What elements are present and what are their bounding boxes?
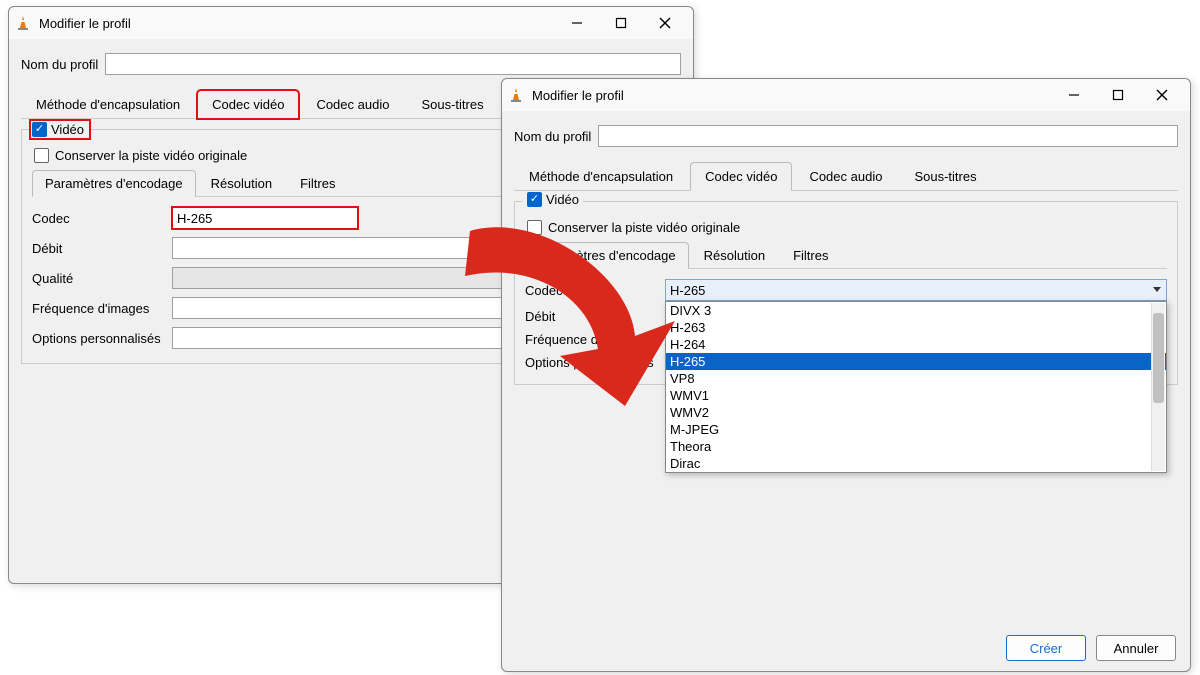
keep-original-checkbox[interactable] [34, 148, 49, 163]
quality-label: Qualité [32, 271, 172, 286]
video-groupbox: Vidéo Conserver la piste vidéo originale… [514, 201, 1178, 385]
codec-option[interactable]: WMV2 [666, 404, 1166, 421]
codec-dropdown-value: H-265 [670, 283, 705, 298]
create-button[interactable]: Créer [1006, 635, 1086, 661]
keep-original-label: Conserver la piste vidéo originale [548, 220, 740, 235]
subtab-resolution[interactable]: Résolution [691, 242, 778, 269]
codec-select[interactable] [172, 207, 358, 229]
minimize-button[interactable] [555, 8, 599, 38]
dropdown-scrollbar[interactable] [1151, 303, 1165, 471]
video-legend: Vidéo [30, 120, 90, 139]
bitrate-label: Débit [32, 241, 172, 256]
subtab-encoding[interactable]: Paramètres d'encodage [32, 170, 196, 197]
video-legend: Vidéo [523, 192, 583, 207]
scrollbar-thumb[interactable] [1153, 313, 1164, 403]
codec-option[interactable]: WMV1 [666, 387, 1166, 404]
dialog-footer: Créer Annuler [1006, 635, 1176, 661]
codec-label: Codec [32, 211, 172, 226]
tab-codec-audio[interactable]: Codec audio [301, 90, 404, 119]
fps-label: Fréquence d'images [32, 301, 172, 316]
codec-option[interactable]: H-263 [666, 319, 1166, 336]
subtab-filters[interactable]: Filtres [287, 170, 348, 197]
codec-option[interactable]: VP8 [666, 370, 1166, 387]
tab-encapsulation[interactable]: Méthode d'encapsulation [514, 162, 688, 191]
titlebar: Modifier le profil [502, 79, 1190, 111]
keep-original-label: Conserver la piste vidéo originale [55, 148, 247, 163]
subtab-resolution[interactable]: Résolution [198, 170, 285, 197]
tab-subtitles[interactable]: Sous-titres [406, 90, 498, 119]
codec-dropdown-list: DIVX 3 H-263 H-264 H-265 VP8 WMV1 WMV2 M… [665, 301, 1167, 473]
profile-name-label: Nom du profil [21, 57, 105, 72]
titlebar: Modifier le profil [9, 7, 693, 39]
tab-codec-audio[interactable]: Codec audio [794, 162, 897, 191]
subtab-filters[interactable]: Filtres [780, 242, 841, 269]
codec-dropdown-field[interactable]: H-265 [665, 279, 1167, 301]
video-checkbox[interactable] [32, 122, 47, 137]
vlc-icon [508, 87, 524, 103]
maximize-button[interactable] [599, 8, 643, 38]
codec-option[interactable]: Dirac [666, 455, 1166, 472]
video-subtabs: Paramètres d'encodage Résolution Filtres [525, 241, 1167, 269]
codec-label: Codec [525, 283, 665, 298]
tab-subtitles[interactable]: Sous-titres [899, 162, 991, 191]
keep-original-checkbox[interactable] [527, 220, 542, 235]
fps-label: Fréquence d'images [525, 332, 665, 347]
client-area: Nom du profil Méthode d'encapsulation Co… [502, 111, 1190, 397]
maximize-button[interactable] [1096, 80, 1140, 110]
tab-encapsulation[interactable]: Méthode d'encapsulation [21, 90, 195, 119]
close-button[interactable] [643, 8, 687, 38]
video-legend-label: Vidéo [546, 192, 579, 207]
video-legend-label: Vidéo [51, 122, 84, 137]
cancel-button[interactable]: Annuler [1096, 635, 1176, 661]
encoding-form: Codec H-265 DIVX 3 H-263 H-264 H-265 [525, 279, 1167, 370]
codec-option[interactable]: M-JPEG [666, 421, 1166, 438]
custom-options-label: Options personnalisés [32, 331, 172, 346]
profile-editor-window-right: Modifier le profil Nom du profil Méthode… [501, 78, 1191, 672]
window-title: Modifier le profil [532, 88, 624, 103]
custom-options-label: Options personnalisés [525, 355, 665, 370]
codec-option[interactable]: Theora [666, 438, 1166, 455]
main-tabbar: Méthode d'encapsulation Codec vidéo Code… [514, 161, 1178, 191]
bitrate-label: Débit [525, 309, 665, 324]
window-title: Modifier le profil [39, 16, 131, 31]
codec-dropdown[interactable]: H-265 DIVX 3 H-263 H-264 H-265 VP8 WMV1 [665, 279, 1167, 301]
chevron-down-icon [1151, 283, 1163, 295]
profile-name-label: Nom du profil [514, 129, 598, 144]
profile-name-input[interactable] [598, 125, 1178, 147]
close-button[interactable] [1140, 80, 1184, 110]
codec-option-selected[interactable]: H-265 [666, 353, 1166, 370]
video-checkbox[interactable] [527, 192, 542, 207]
codec-option[interactable]: DIVX 3 [666, 302, 1166, 319]
subtab-encoding[interactable]: Paramètres d'encodage [525, 242, 689, 269]
profile-name-input[interactable] [105, 53, 681, 75]
minimize-button[interactable] [1052, 80, 1096, 110]
codec-option[interactable]: H-264 [666, 336, 1166, 353]
vlc-icon [15, 15, 31, 31]
tab-codec-video[interactable]: Codec vidéo [197, 90, 299, 119]
tab-codec-video[interactable]: Codec vidéo [690, 162, 792, 191]
